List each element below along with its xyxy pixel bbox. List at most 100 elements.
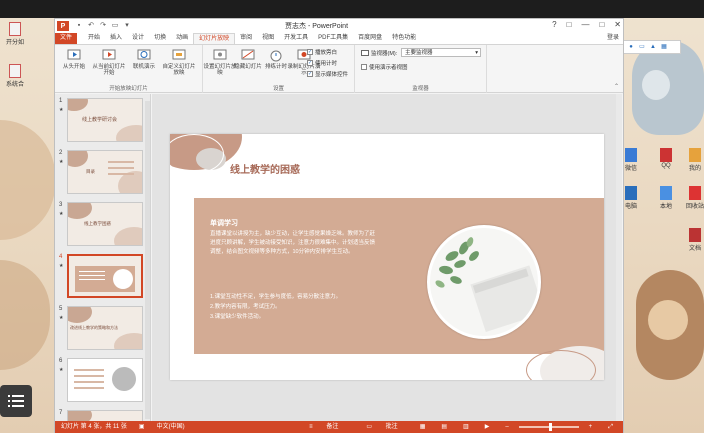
slide-number: 7: [59, 410, 63, 416]
editor-scrollbar[interactable]: [616, 94, 622, 421]
app-icon: [625, 148, 637, 162]
file-icon: [9, 22, 21, 36]
presenter-view-checkbox[interactable]: 使用演示者视图: [361, 63, 408, 71]
shirt-icon[interactable]: ▲: [649, 43, 657, 51]
slide-title[interactable]: 线上教学的困惑: [230, 161, 300, 176]
tab-baidu-netdisk[interactable]: 百度网盘: [353, 33, 387, 44]
desktop-icon[interactable]: QQ: [655, 148, 677, 169]
undo-icon[interactable]: ↶: [87, 22, 95, 30]
tab-pdf-tools[interactable]: PDF工具集: [313, 33, 353, 44]
side-menu-button[interactable]: [0, 385, 32, 417]
presentation-icon[interactable]: ▭: [111, 22, 119, 30]
desktop-icon[interactable]: 文档: [684, 228, 704, 252]
setup-icon: [213, 49, 227, 60]
check-icon: ✓: [307, 60, 313, 66]
slide-thumbnail[interactable]: [67, 410, 143, 421]
redo-icon[interactable]: ↷: [99, 22, 107, 30]
normal-view-icon[interactable]: ▦: [414, 421, 432, 433]
ribbon-group-label: 设置: [272, 86, 284, 92]
narration-checkbox[interactable]: ✓ 播放旁白: [307, 48, 337, 56]
app-icon: [689, 148, 701, 162]
ribbon-group-monitors: 监视器(M): 主要监视器 ▾ 使用演示者视图 监视器: [355, 45, 487, 93]
ribbon-display-button[interactable]: □: [567, 20, 572, 29]
slide-editor: 线上教学的困惑 单调学习 直播课堂以讲授为主，缺少互动，让学生感觉果燥乏味。教师…: [152, 94, 622, 421]
tab-transitions[interactable]: 切换: [149, 33, 171, 44]
login-link[interactable]: 登录: [607, 33, 623, 44]
app-icon: [625, 186, 637, 200]
zoom-in-button[interactable]: +: [583, 421, 599, 433]
zoom-out-button[interactable]: –: [499, 421, 514, 433]
powerpoint-logo-icon: P: [57, 21, 69, 31]
reading-view-icon[interactable]: ▥: [457, 421, 475, 433]
customize-icon[interactable]: ▾: [123, 22, 131, 30]
slide-thumbnail[interactable]: 线上教学困惑: [67, 202, 143, 246]
tab-view[interactable]: 视图: [257, 33, 279, 44]
use-timings-checkbox[interactable]: ✓ 使用计时: [307, 59, 337, 67]
slide-counter: 幻灯片 第 4 张，共 11 张: [61, 424, 127, 430]
file-icon: [9, 64, 21, 78]
save-icon[interactable]: ▪: [75, 22, 83, 30]
tab-home[interactable]: 开始: [83, 33, 105, 44]
close-button[interactable]: ✕: [614, 20, 621, 29]
grid-icon[interactable]: ▦: [660, 43, 668, 51]
desktop-icon[interactable]: 本地: [655, 186, 677, 210]
slide-thumbnail[interactable]: 改进线上教学的策略和方法: [67, 306, 143, 350]
monitor-select[interactable]: 主要监视器 ▾: [401, 48, 481, 57]
checkbox-icon: [361, 64, 367, 70]
slideshow-view-icon[interactable]: ▶: [479, 421, 496, 433]
hide-slide-icon: [241, 49, 255, 60]
slide-number: 2: [59, 150, 63, 156]
keyboard-icon[interactable]: ▭: [638, 43, 646, 51]
notes-button[interactable]: ≡ 备注: [297, 421, 350, 433]
list-item: 2.教学内容有限，考试压力。: [210, 304, 281, 310]
minimize-button[interactable]: —: [581, 20, 589, 29]
help-button[interactable]: ?: [552, 20, 556, 29]
maximize-button[interactable]: □: [599, 20, 604, 29]
media-controls-checkbox[interactable]: ✓ 显示媒体控件: [307, 70, 348, 78]
thumbnail-scrollbar[interactable]: [145, 101, 150, 419]
check-icon: ✓: [307, 71, 313, 77]
tab-design[interactable]: 设计: [127, 33, 149, 44]
desktop-icon[interactable]: 我的: [684, 148, 704, 172]
collapse-ribbon-icon[interactable]: ⌃: [614, 83, 619, 90]
from-current-button[interactable]: 从当前幻灯片开始: [92, 45, 126, 76]
tab-developer[interactable]: 开发工具: [279, 33, 313, 44]
ribbon-group-label: 监视器: [412, 86, 429, 92]
tab-slideshow[interactable]: 幻灯片放映: [193, 33, 236, 44]
desktop-icon[interactable]: 回收站: [684, 186, 704, 210]
slide-thumbnail[interactable]: 目录: [67, 150, 143, 194]
transition-star-icon: ★: [59, 263, 64, 269]
tab-insert[interactable]: 插入: [105, 33, 127, 44]
language-indicator[interactable]: 中文(中国): [151, 421, 191, 433]
comments-button[interactable]: ▭ 批注: [354, 421, 409, 433]
plant-photo[interactable]: [427, 225, 541, 339]
desktop-icon[interactable]: 系统合: [4, 64, 26, 88]
tab-features[interactable]: 特色功能: [387, 33, 421, 44]
custom-slideshow-button[interactable]: 自定义幻灯片放映: [162, 45, 196, 76]
tab-review[interactable]: 审阅: [235, 33, 257, 44]
content-body[interactable]: 直播课堂以讲授为主，缺少互动，让学生感觉果燥乏味。教师为了赶进度只顾讲解，学生被…: [210, 230, 380, 257]
desktop-icon-label: 微信: [624, 166, 637, 172]
tab-animations[interactable]: 动画: [171, 33, 193, 44]
present-online-button[interactable]: 联机演示: [127, 45, 161, 70]
from-beginning-button[interactable]: 从头开始: [57, 45, 91, 70]
current-slide[interactable]: 线上教学的困惑 单调学习 直播课堂以讲授为主，缺少互动，让学生感觉果燥乏味。教师…: [170, 134, 604, 380]
content-list[interactable]: 1.课堂互动性不足，学生参与度低，容易分散注意力。 2.教学内容有限，考试压力。…: [210, 292, 380, 322]
ribbon-group-start-slideshow: 从头开始 从当前幻灯片开始 联机演示 自定义幻灯片放映 开始放映幻灯片: [55, 45, 203, 93]
desktop-icon[interactable]: 开分如: [4, 22, 26, 46]
slide-thumbnail[interactable]: [67, 358, 143, 402]
sorter-view-icon[interactable]: ▤: [435, 421, 453, 433]
mic-icon[interactable]: ●: [627, 43, 635, 51]
desktop-icon-label: 开分如: [5, 40, 24, 46]
app-icon: [660, 148, 672, 162]
content-heading[interactable]: 单调学习: [210, 218, 238, 228]
comment-icon: ▭: [366, 424, 372, 430]
list-icon: [8, 395, 24, 407]
tab-file[interactable]: 文件: [55, 33, 78, 44]
fit-slide-icon[interactable]: ⤢: [602, 421, 619, 433]
zoom-slider[interactable]: [518, 423, 579, 431]
slide-thumbnail[interactable]: 线上教学研讨会: [67, 98, 143, 142]
zoom-slider-knob[interactable]: [548, 423, 552, 431]
spellcheck-icon[interactable]: ▣: [133, 421, 151, 433]
slide-thumbnail-selected[interactable]: [67, 254, 143, 298]
